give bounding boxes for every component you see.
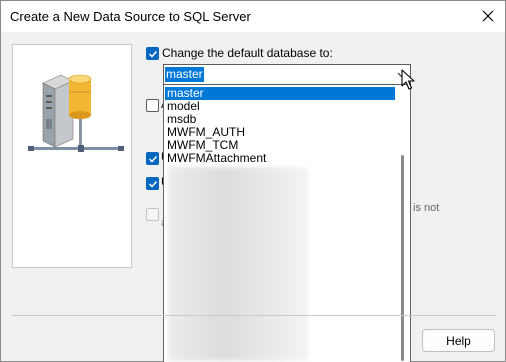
close-button[interactable]	[475, 4, 501, 28]
checkmark-icon	[148, 180, 158, 188]
option4-checkbox[interactable]	[146, 177, 159, 190]
change-default-db-label: Change the default database to:	[162, 46, 333, 60]
option5-checkbox[interactable]	[146, 208, 159, 221]
checkmark-icon	[148, 155, 158, 163]
dropdown-scrollbar-thumb[interactable]	[401, 155, 404, 361]
mouse-cursor-icon	[401, 69, 415, 90]
server-database-icon	[28, 74, 124, 152]
close-icon	[482, 10, 494, 22]
title-bar: Create a New Data Source to SQL Server	[1, 1, 505, 32]
database-combobox[interactable]: master	[163, 64, 411, 85]
database-dropdown-list[interactable]: master model msdb MWFM_AUTH MWFM_TCM MWF…	[163, 85, 411, 362]
database-combobox-value: master	[165, 67, 204, 82]
dialog-window: Create a New Data Source to SQL Server C…	[0, 0, 506, 362]
option3-checkbox[interactable]	[146, 152, 159, 165]
footer-separator	[12, 315, 496, 316]
option5-description-fragment: is not	[413, 202, 440, 214]
dropdown-item-model[interactable]: model	[165, 100, 395, 113]
option2-checkbox[interactable]	[146, 99, 159, 112]
redacted-items	[168, 167, 308, 361]
change-default-db-checkbox[interactable]	[146, 47, 159, 60]
window-title: Create a New Data Source to SQL Server	[10, 9, 251, 24]
wizard-image-panel	[12, 44, 132, 268]
help-button[interactable]: Help	[422, 329, 495, 352]
checkmark-icon	[148, 50, 158, 58]
dropdown-item-mwfm-attachment[interactable]: MWFMAttachment	[165, 152, 395, 165]
